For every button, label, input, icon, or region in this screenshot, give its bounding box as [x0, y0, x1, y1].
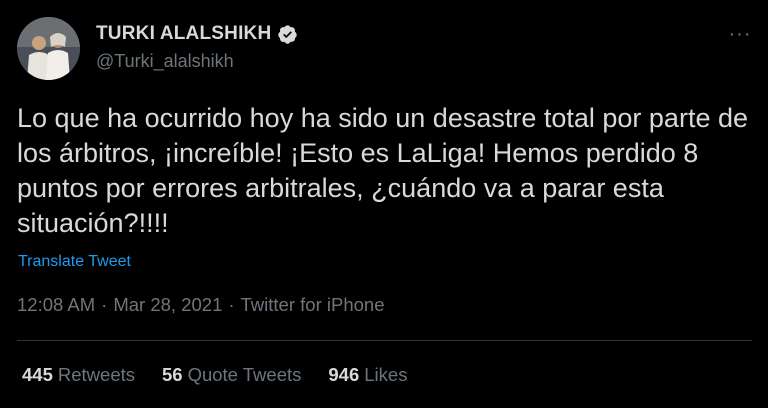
display-name[interactable]: TURKI ALALSHIKH [96, 23, 298, 45]
more-options-icon[interactable]: ··· [724, 24, 756, 44]
meta-separator: · [228, 294, 235, 315]
verified-badge-icon [277, 24, 298, 45]
quote-tweets-count: 56 [162, 364, 183, 385]
engagement-stats: 445 Retweets 56 Quote Tweets 946 Likes [22, 364, 407, 386]
quote-tweets-label: Quote Tweets [187, 364, 302, 385]
handle[interactable]: @Turki_alalshikh [96, 51, 234, 72]
quote-tweets-stat[interactable]: 56 Quote Tweets [162, 364, 301, 386]
translate-tweet-link[interactable]: Translate Tweet [18, 253, 131, 271]
retweets-stat[interactable]: 445 Retweets [22, 364, 135, 386]
avatar-photo [17, 17, 80, 80]
tweet-source[interactable]: Twitter for iPhone [241, 294, 385, 316]
tweet-text: Lo que ha ocurrido hoy ha sido un desast… [17, 103, 748, 238]
tweet-date[interactable]: Mar 28, 2021 [113, 294, 222, 316]
display-name-text: TURKI ALALSHIKH [96, 23, 272, 44]
likes-count: 946 [328, 364, 360, 385]
divider [17, 340, 752, 341]
avatar[interactable] [17, 17, 80, 80]
likes-stat[interactable]: 946 Likes [328, 364, 407, 386]
tweet-metadata: 12:08 AM · Mar 28, 2021 · Twitter for iP… [17, 294, 384, 316]
tweet-time[interactable]: 12:08 AM [17, 294, 95, 316]
retweets-count: 445 [22, 364, 53, 385]
likes-label: Likes [364, 364, 408, 385]
meta-separator: · [101, 294, 108, 315]
retweets-label: Retweets [57, 364, 135, 385]
